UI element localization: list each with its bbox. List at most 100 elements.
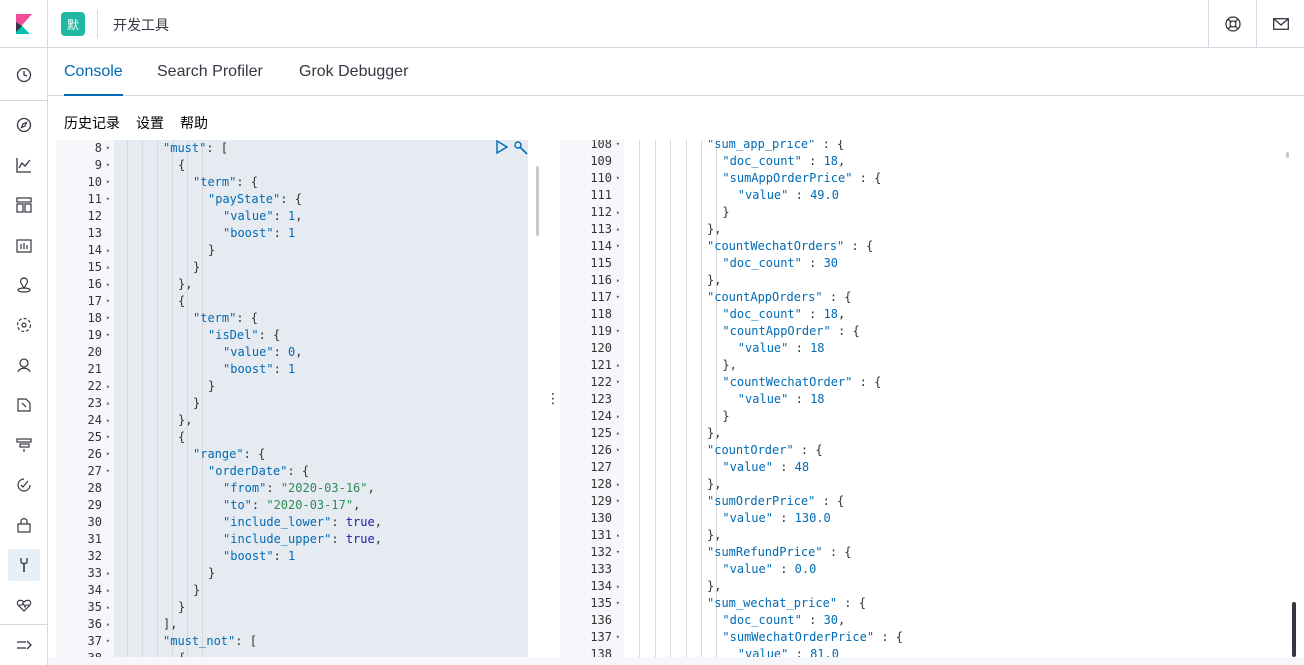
nav-canvas[interactable]	[8, 229, 40, 261]
fold-toggle[interactable]: ▾	[614, 493, 620, 510]
fold-toggle[interactable]: ▾	[614, 140, 620, 153]
history-link[interactable]: 历史记录	[64, 113, 120, 133]
nav-security[interactable]	[8, 509, 40, 541]
nav-infrastructure[interactable]	[8, 349, 40, 381]
wrench-settings-icon	[514, 141, 528, 155]
code-line: "doc_count" : 18,	[722, 307, 846, 321]
tab-search-profiler[interactable]: Search Profiler	[157, 48, 263, 96]
fold-toggle[interactable]: ▴	[104, 395, 110, 412]
fold-toggle[interactable]: ▴	[104, 565, 110, 582]
fold-toggle[interactable]: ▴	[614, 425, 620, 442]
fold-toggle[interactable]: ▴	[614, 578, 620, 595]
editor-scrollbar[interactable]	[536, 166, 539, 236]
send-request-button[interactable]	[496, 140, 509, 157]
nav-discover[interactable]	[8, 109, 40, 141]
fold-toggle[interactable]: ▾	[104, 174, 110, 191]
ml-icon	[16, 317, 32, 333]
help-button[interactable]	[1208, 0, 1256, 48]
mail-button[interactable]	[1256, 0, 1304, 48]
line-number: 26 ▾	[87, 446, 110, 463]
nav-dashboard[interactable]	[8, 189, 40, 221]
code-line: "value" : 81.0	[737, 647, 839, 657]
line-number: 129 ▾	[590, 493, 620, 510]
fold-toggle[interactable]: ▾	[614, 170, 620, 187]
tab-grok-debugger[interactable]: Grok Debugger	[299, 48, 408, 96]
fold-toggle[interactable]: ▾	[104, 293, 110, 310]
fold-toggle[interactable]: ▾	[104, 463, 110, 480]
fold-toggle[interactable]: ▴	[104, 599, 110, 616]
fold-toggle[interactable]: ▴	[614, 527, 620, 544]
fold-toggle[interactable]: ▾	[614, 323, 620, 340]
code-line: }	[208, 243, 216, 257]
line-number: 38	[56, 650, 110, 657]
fold-toggle[interactable]: ▾	[614, 595, 620, 612]
code-line: }	[208, 379, 216, 393]
fold-toggle[interactable]: ▾	[104, 429, 110, 446]
fold-toggle[interactable]: ▴	[104, 378, 110, 395]
fold-toggle[interactable]: ▾	[614, 374, 620, 391]
code-line: },	[707, 222, 722, 236]
nav-uptime[interactable]	[8, 469, 40, 501]
response-output[interactable]: 108 ▾ "sum_app_price" : {109 "doc_count" :…	[560, 140, 1296, 657]
fold-toggle[interactable]: ▴	[104, 582, 110, 599]
nav-visualize[interactable]	[8, 149, 40, 181]
indent-guide	[202, 140, 203, 657]
fold-toggle[interactable]: ▴	[614, 221, 620, 238]
code-line: "countAppOrders" : {	[707, 290, 852, 304]
fold-toggle[interactable]: ▾	[614, 544, 620, 561]
fold-toggle[interactable]: ▴	[104, 242, 110, 259]
help-link[interactable]: 帮助	[180, 113, 208, 133]
nav-divider	[0, 624, 48, 625]
fold-toggle[interactable]: ▴	[104, 259, 110, 276]
uptime-icon	[17, 478, 31, 492]
recent-button[interactable]	[8, 59, 40, 91]
fold-toggle[interactable]: ▴	[614, 408, 620, 425]
fold-toggle[interactable]: ▾	[104, 446, 110, 463]
fold-toggle[interactable]: ▾	[104, 191, 110, 208]
fold-toggle[interactable]: ▾	[104, 157, 110, 174]
nav-monitoring[interactable]	[8, 589, 40, 621]
fold-toggle[interactable]: ▾	[614, 289, 620, 306]
line-number: 118	[590, 307, 612, 321]
fold-toggle[interactable]: ▾	[104, 633, 110, 650]
line-number: 128 ▴	[590, 476, 620, 493]
top-header: 默 开发工具	[0, 0, 1304, 48]
nav-logs[interactable]	[8, 389, 40, 421]
line-number: 30	[87, 515, 102, 529]
fold-toggle[interactable]: ▾	[614, 238, 620, 255]
nav-apm[interactable]	[8, 429, 40, 461]
nav-ml[interactable]	[8, 309, 40, 341]
nav-collapse[interactable]	[8, 629, 40, 661]
fold-toggle[interactable]: ▴	[104, 276, 110, 293]
fold-toggle[interactable]: ▴	[614, 476, 620, 493]
fold-toggle[interactable]: ▴	[614, 204, 620, 221]
request-settings-button[interactable]	[513, 140, 529, 159]
console-menu: 历史记录 设置 帮助	[48, 96, 1304, 140]
fold-toggle[interactable]: ▴	[104, 412, 110, 429]
line-number: 138	[590, 647, 612, 657]
tab-console[interactable]: Console	[64, 48, 123, 96]
space-badge[interactable]: 默	[61, 12, 85, 36]
fold-toggle[interactable]: ▾	[104, 327, 110, 344]
fold-toggle[interactable]: ▾	[614, 442, 620, 459]
output-scrollbar[interactable]	[1286, 152, 1289, 158]
code-line: }	[208, 566, 216, 580]
pane-resizer[interactable]: ⋮	[546, 390, 560, 406]
line-number: 9 ▾	[94, 157, 110, 174]
kibana-logo[interactable]	[0, 0, 48, 48]
indent-guide	[639, 140, 641, 657]
nav-devtools[interactable]	[8, 549, 40, 581]
settings-link[interactable]: 设置	[136, 113, 164, 133]
line-number: 111	[590, 188, 612, 202]
devtools-tabs: Console Search Profiler Grok Debugger	[48, 48, 1304, 96]
fold-toggle[interactable]: ▾	[614, 629, 620, 646]
nav-maps[interactable]	[8, 269, 40, 301]
fold-toggle[interactable]: ▾	[104, 310, 110, 327]
fold-toggle[interactable]: ▴	[614, 272, 620, 289]
fold-toggle[interactable]: ▴	[614, 357, 620, 374]
selected-request-highlight	[114, 140, 528, 657]
fold-toggle[interactable]: ▾	[104, 140, 110, 157]
fold-toggle[interactable]: ▴	[104, 616, 110, 633]
request-editor[interactable]: 8 ▾ "must": [9 ▾ {10 ▾ "term": {11 ▾ "payState":…	[56, 140, 542, 657]
line-number: 116 ▴	[590, 272, 620, 289]
